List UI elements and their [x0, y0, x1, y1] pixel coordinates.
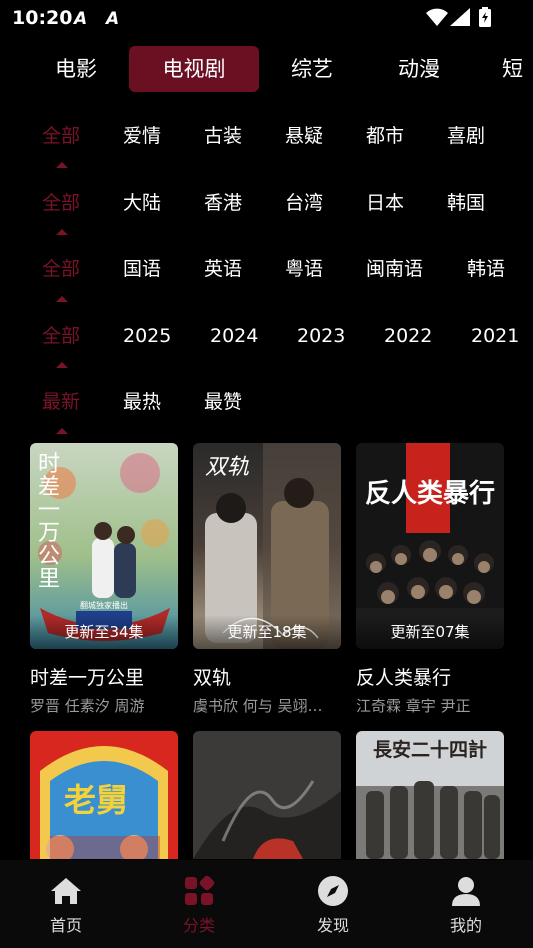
nav-category[interactable]: 分类 [159, 874, 239, 936]
poster-title-text: 时差一万公里 [38, 452, 61, 592]
status-bar: 10:20 A A [0, 0, 533, 36]
tab-tv-series[interactable]: 电视剧 [129, 46, 259, 92]
tab-movie[interactable]: 电影 [40, 46, 112, 92]
filter-option[interactable]: 悬疑 [285, 116, 323, 156]
category-icon [185, 875, 215, 905]
status-time: 10:20 [12, 7, 73, 29]
sort-option-most-liked[interactable]: 最赞 [204, 382, 242, 422]
user-icon [452, 877, 480, 906]
card-cast: 江奇霖 章宇 尹正 [356, 697, 471, 715]
nav-category-label: 分类 [182, 916, 215, 935]
filter-year: 全部 2025 2024 2023 2022 2021 [0, 316, 533, 356]
selected-indicator [56, 362, 68, 368]
filter-option-all[interactable]: 全部 [42, 183, 80, 223]
selected-indicator [56, 428, 68, 434]
filter-option[interactable]: 闽南语 [366, 249, 423, 289]
episode-badge: 更新至34集 [30, 615, 178, 649]
filter-option[interactable]: 台湾 [285, 183, 323, 223]
card-cast: 虞书欣 何与 吴翊… [193, 697, 323, 715]
wifi-icon [426, 8, 448, 26]
filter-option[interactable]: 2023 [297, 316, 345, 356]
poster-image[interactable]: 双轨 更新至18集 [193, 443, 341, 649]
filter-option-all[interactable]: 全部 [42, 249, 80, 289]
home-icon [51, 878, 81, 904]
filter-option[interactable]: 英语 [204, 249, 242, 289]
card-cast: 罗晋 任素汐 周游 [30, 697, 145, 715]
filter-genre: 全部 爱情 古装 悬疑 都市 喜剧 [0, 116, 533, 156]
poster-badge-text: 翻城独家播出 [80, 601, 128, 610]
compass-icon [318, 876, 348, 906]
filter-option[interactable]: 韩语 [467, 249, 505, 289]
poster-title-text: 老舅 [64, 781, 129, 819]
filter-option[interactable]: 香港 [204, 183, 242, 223]
tab-anime[interactable]: 动漫 [383, 46, 455, 92]
poster-image[interactable]: 老舅 [30, 731, 178, 859]
notification-icon: A [106, 9, 120, 29]
notification-icon: A [74, 9, 88, 29]
nav-discover-label: 发现 [316, 916, 349, 935]
category-tabs: 电影 电视剧 综艺 动漫 短 [0, 46, 533, 92]
nav-profile-label: 我的 [449, 916, 482, 935]
filter-sort: 最新 最热 最赞 [0, 382, 533, 422]
filter-option[interactable]: 爱情 [123, 116, 161, 156]
selected-indicator [56, 296, 68, 302]
filter-option[interactable]: 日本 [366, 183, 404, 223]
poster-title-text: 反人类暴行 [364, 479, 495, 509]
card-title[interactable]: 双轨 [193, 663, 231, 690]
filter-option[interactable]: 国语 [123, 249, 161, 289]
selected-indicator [56, 229, 68, 235]
episode-badge: 更新至18集 [193, 615, 341, 649]
filter-option[interactable]: 都市 [366, 116, 404, 156]
filter-option-all[interactable]: 全部 [42, 316, 80, 356]
poster-image[interactable] [193, 731, 341, 859]
poster-image[interactable]: 長安二十四計 [356, 731, 504, 859]
filter-option[interactable]: 2024 [210, 316, 258, 356]
filter-option-all[interactable]: 全部 [42, 116, 80, 156]
selected-indicator [56, 162, 68, 168]
card-title[interactable]: 时差一万公里 [30, 663, 144, 690]
filter-option[interactable]: 粤语 [285, 249, 323, 289]
nav-discover[interactable]: 发现 [293, 874, 373, 936]
filter-option[interactable]: 2021 [471, 316, 519, 356]
filter-option[interactable]: 大陆 [123, 183, 161, 223]
sort-option-latest[interactable]: 最新 [42, 382, 80, 422]
filter-language: 全部 国语 英语 粤语 闽南语 韩语 [0, 249, 533, 289]
poster-image[interactable]: 时差一万公里 翻城独家播出 更新至34集 [30, 443, 178, 649]
nav-home[interactable]: 首页 [26, 874, 106, 936]
poster-title-text: 長安二十四計 [372, 739, 487, 761]
episode-badge: 更新至07集 [356, 615, 504, 649]
nav-home-label: 首页 [49, 916, 82, 935]
poster-title-text: 双轨 [205, 455, 250, 480]
filter-option[interactable]: 2022 [384, 316, 432, 356]
filter-option[interactable]: 韩国 [447, 183, 485, 223]
battery-icon [479, 7, 491, 27]
filter-option[interactable]: 喜剧 [447, 116, 485, 156]
poster-image[interactable]: 反人类暴行 更新至07集 [356, 443, 504, 649]
tab-variety[interactable]: 综艺 [276, 46, 348, 92]
filter-option[interactable]: 2025 [123, 316, 171, 356]
nav-profile[interactable]: 我的 [426, 874, 506, 936]
filter-option[interactable]: 古装 [204, 116, 242, 156]
bottom-nav: 首页 分类 发现 我的 [0, 860, 533, 948]
sort-option-hottest[interactable]: 最热 [123, 382, 161, 422]
signal-icon [450, 8, 470, 26]
filter-region: 全部 大陆 香港 台湾 日本 韩国 [0, 183, 533, 223]
card-title[interactable]: 反人类暴行 [356, 663, 451, 690]
tab-short[interactable]: 短 [493, 46, 533, 92]
